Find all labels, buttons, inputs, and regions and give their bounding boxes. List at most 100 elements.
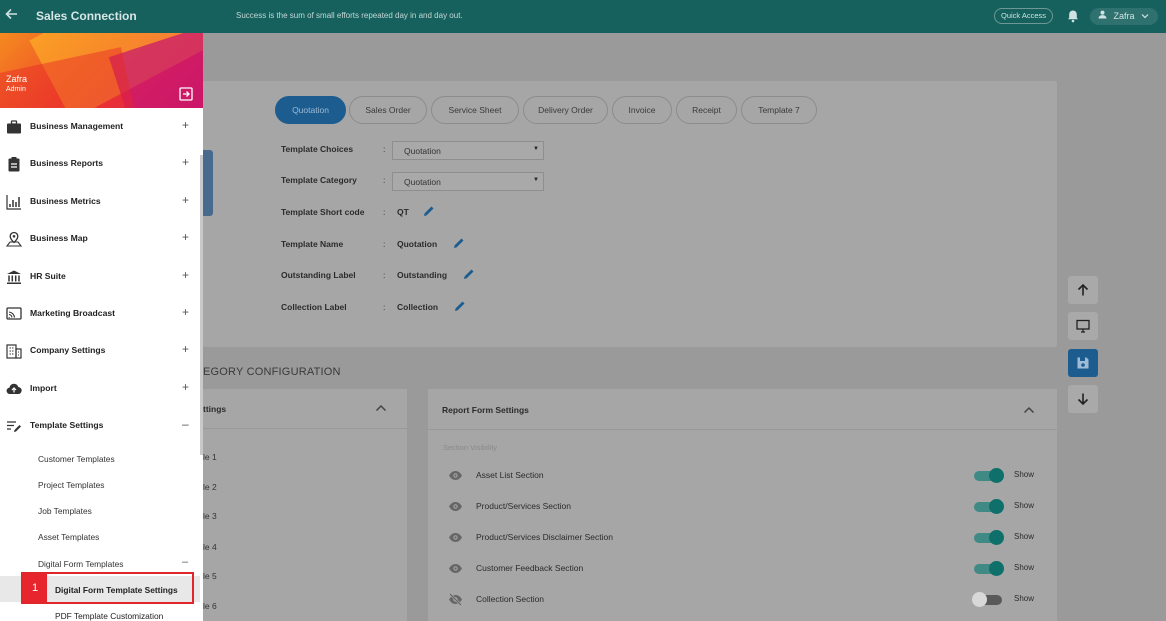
tab-delivery-order[interactable]: Delivery Order [523,96,608,124]
scroll-up-button[interactable] [1068,276,1098,304]
cast-icon [6,306,22,322]
visibility-row-customer-feedback: Customer Feedback Section Show [428,559,1057,579]
template-category-select[interactable]: Quotation ▼ [392,172,544,191]
expand-icon[interactable]: + [182,193,189,207]
report-form-settings-header: Report Form Settings [442,405,529,415]
collapse-icon[interactable]: – [182,417,189,431]
tab-sales-order[interactable]: Sales Order [349,96,427,124]
sidebar-item-template-settings[interactable]: Template Settings – [0,407,200,444]
sidebar-subitem-job-templates[interactable]: Job Templates [0,497,200,523]
top-bar: Sales Connection Success is the sum of s… [0,0,1166,33]
expand-icon[interactable]: + [182,230,189,244]
collection-label-row: Collection Label : Collection [281,299,481,317]
select-value: Quotation [404,177,441,187]
outstanding-label-value: Outstanding [397,270,448,280]
chevron-up-icon[interactable] [374,401,388,415]
sidebar-item-label: Business Map [30,233,88,244]
visibility-toggle[interactable] [972,468,1004,483]
sidebar-item-marketing-broadcast[interactable]: Marketing Broadcast + [0,295,200,332]
expand-icon[interactable]: + [182,342,189,356]
colon: : [383,239,386,249]
logout-icon[interactable] [179,87,193,101]
preview-button[interactable] [1068,312,1098,340]
sidebar-item-label: Import [30,382,57,393]
sidebar-item-business-management[interactable]: Business Management + [0,108,200,145]
visibility-toggle[interactable] [972,561,1004,576]
visibility-row-collection: Collection Section Show [428,590,1057,610]
tab-invoice[interactable]: Invoice [612,96,672,124]
sidebar-item-business-map[interactable]: Business Map + [0,220,200,257]
chevron-up-icon[interactable] [1022,403,1036,417]
edit-pencil-icon[interactable] [462,267,476,281]
expand-icon[interactable]: + [182,268,189,282]
visibility-toggle[interactable] [972,530,1004,545]
save-button[interactable] [1068,349,1098,377]
colon: : [383,207,386,217]
expand-icon[interactable]: + [182,155,189,169]
visibility-toggle[interactable] [972,592,1004,607]
visibility-toggle[interactable] [972,499,1004,514]
sidebar-subitem-asset-templates[interactable]: Asset Templates [0,523,200,549]
list-item: le 6 [203,601,217,611]
list-item: le 3 [203,511,217,521]
briefcase-icon [6,119,22,135]
sidebar-item-business-reports[interactable]: Business Reports + [0,145,200,182]
list-item: le 5 [203,571,217,581]
map-pin-icon [5,231,23,247]
settings-card: ttings le 1 le 2 le 3 le 4 le 5 le 6 [203,389,407,621]
sidebar-menu: Business Management + Business Reports +… [0,108,200,621]
notification-bell-icon[interactable] [1066,9,1080,23]
eye-icon [448,499,463,514]
edit-pencil-icon[interactable] [453,299,467,313]
user-menu[interactable]: Zafra [1090,8,1158,25]
collapse-icon[interactable]: – [182,556,188,568]
visibility-row-disclaimer: Product/Services Disclaimer Section Show [428,528,1057,548]
sidebar-item-label: HR Suite [30,270,66,281]
expand-icon[interactable]: + [182,118,189,132]
template-name-row: Template Name : Quotation [281,236,481,254]
profile-role: Admin [6,86,26,93]
sidebar-item-import[interactable]: Import + [0,370,200,407]
colon: : [383,175,386,185]
short-code-label: Template Short code [281,207,365,217]
template-choices-row: Template Choices : Quotation ▼ [281,141,551,160]
sidebar-subitem-customer-templates[interactable]: Customer Templates [0,445,200,471]
edit-pencil-icon[interactable] [422,204,436,218]
tab-template-7[interactable]: Template 7 [741,96,817,124]
tab-receipt[interactable]: Receipt [676,96,737,124]
tab-quotation[interactable]: Quotation [275,96,346,124]
colon: : [383,270,386,280]
chevron-down-icon [1141,8,1149,25]
list-item: le 4 [203,542,217,552]
sidebar-subitem-label: PDF Template Customization [55,611,164,621]
sidebar-item-hr-suite[interactable]: HR Suite + [0,258,200,295]
visibility-state: Show [1014,470,1035,479]
template-choices-select[interactable]: Quotation ▼ [392,141,544,160]
sidebar-item-business-metrics[interactable]: Business Metrics + [0,183,200,220]
clipboard-icon [6,156,22,172]
sidebar-subitem-pdf-template-customization[interactable]: PDF Template Customization [0,602,200,621]
edit-pencil-icon[interactable] [452,236,466,250]
quick-access-button[interactable]: Quick Access [994,8,1054,24]
report-form-settings-card: Report Form Settings Section Visibility … [428,389,1057,621]
visibility-row-label: Customer Feedback Section [476,563,584,573]
visibility-state: Show [1014,532,1035,541]
sidebar-subitem-project-templates[interactable]: Project Templates [0,471,200,497]
cloud-upload-icon [6,381,22,397]
sidebar-item-label: Company Settings [30,345,106,356]
scroll-down-button[interactable] [1068,385,1098,413]
sidebar-item-label: Business Management [30,121,124,131]
tab-service-sheet[interactable]: Service Sheet [431,96,519,124]
expand-icon[interactable]: + [182,380,189,394]
arrow-down-icon [1077,393,1089,406]
select-value: Quotation [404,146,441,156]
back-arrow-icon[interactable] [4,7,20,25]
sidebar-item-label: Business Reports [30,158,104,169]
sidebar-item-company-settings[interactable]: Company Settings + [0,332,200,369]
expand-icon[interactable]: + [182,305,189,319]
section-visibility-label: Section Visibility [443,443,498,452]
visibility-row-asset-list: Asset List Section Show [428,466,1057,486]
sidebar-item-label: Business Metrics [30,195,101,206]
sidebar-profile-header: Zafra Admin [0,33,203,108]
eye-icon [448,561,463,576]
